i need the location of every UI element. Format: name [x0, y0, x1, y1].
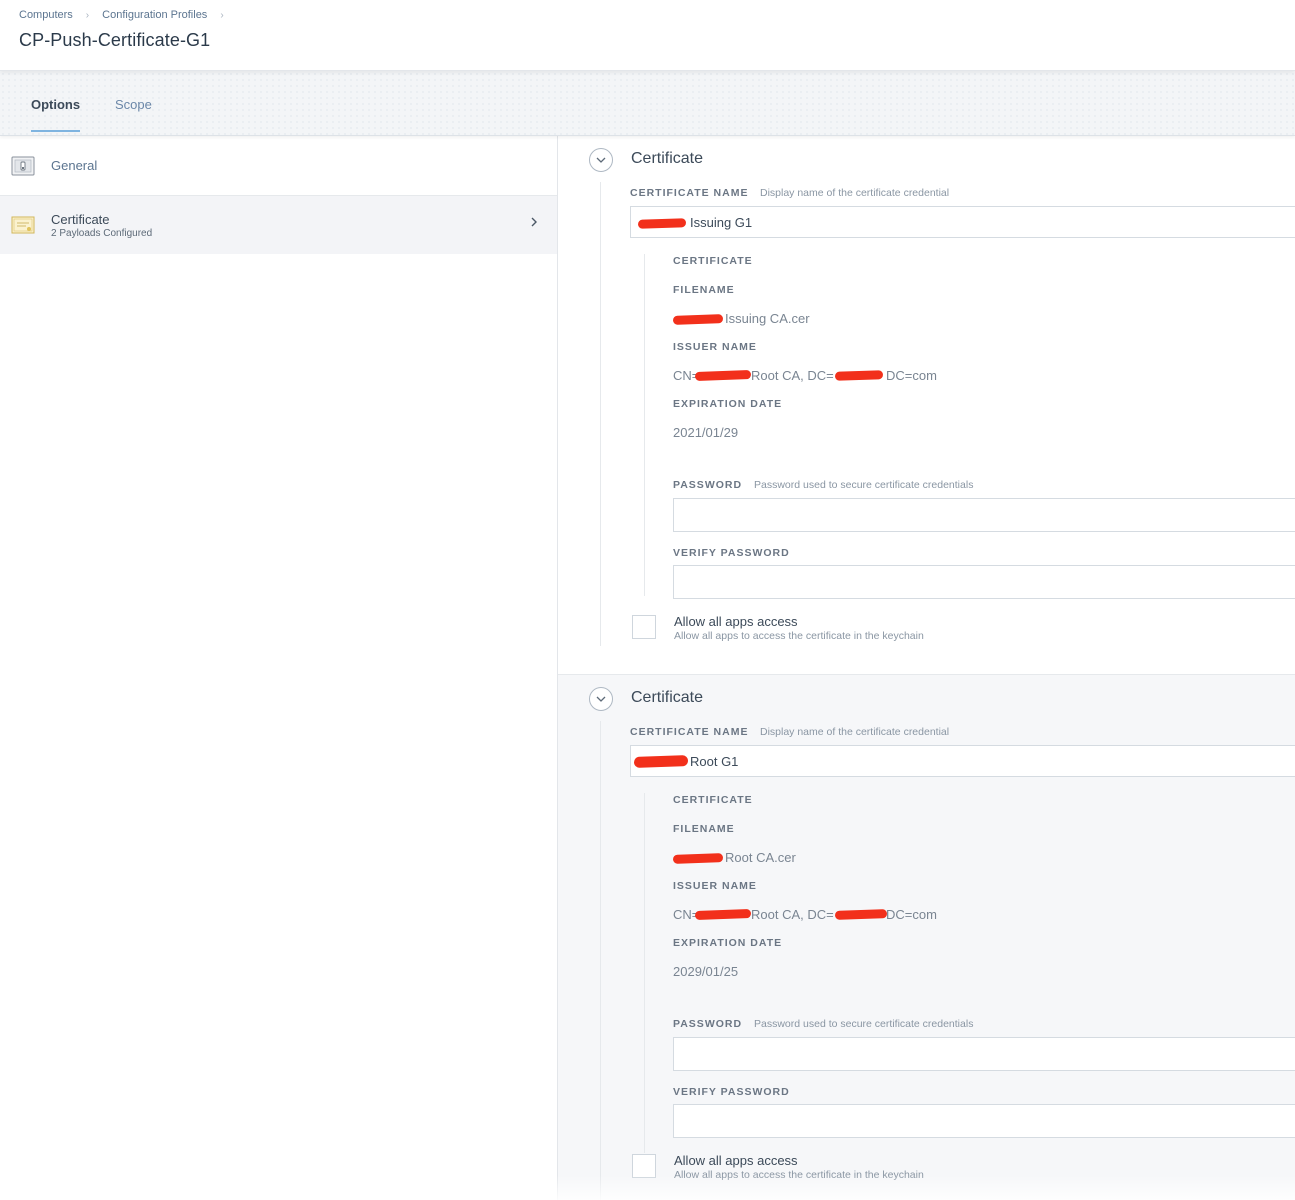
- redaction-mark: [637, 218, 687, 229]
- redaction-mark: [633, 755, 689, 768]
- section-divider: [600, 721, 601, 1200]
- allow-all-apps-label: Allow all apps access: [674, 614, 798, 629]
- breadcrumb-configuration-profiles[interactable]: Configuration Profiles: [102, 9, 207, 21]
- sidebar-item-label: Certificate: [51, 212, 110, 227]
- verify-password-input[interactable]: [673, 1104, 1295, 1138]
- certificate-payload-2: Certificate CERTIFICATE NAME Display nam…: [558, 675, 1295, 1200]
- expiration-date-label: EXPIRATION DATE: [673, 398, 783, 410]
- allow-all-apps-hint: Allow all apps to access the certificate…: [674, 630, 924, 642]
- payload-editor: Certificate CERTIFICATE NAME Display nam…: [558, 136, 1295, 1200]
- expiration-date-value: 2029/01/25: [673, 964, 739, 979]
- redaction-mark: [834, 909, 888, 920]
- password-hint: Password used to secure certificate cred…: [754, 1018, 974, 1030]
- sidebar-item-certificate[interactable]: Certificate 2 Payloads Configured: [0, 196, 557, 254]
- filename-value: Root CA.cer: [725, 850, 796, 865]
- password-label: PASSWORD: [673, 479, 743, 491]
- sidebar-item-general[interactable]: General: [0, 136, 557, 196]
- sidebar-item-sublabel: 2 Payloads Configured: [51, 228, 153, 239]
- certificate-icon: [11, 216, 35, 234]
- filename-label: FILENAME: [673, 823, 735, 835]
- payload-title: Certificate: [631, 689, 704, 706]
- certificate-section-label: CERTIFICATE: [673, 794, 753, 806]
- issuer-suffix: DC=com: [886, 907, 937, 922]
- password-input[interactable]: [673, 1037, 1295, 1071]
- breadcrumb-separator-icon: ›: [85, 9, 90, 21]
- redaction-mark: [694, 370, 752, 381]
- password-label: PASSWORD: [673, 1018, 743, 1030]
- section-divider: [600, 182, 601, 646]
- verify-password-label: VERIFY PASSWORD: [673, 547, 790, 559]
- chevron-down-icon: [596, 696, 606, 702]
- tab-bar: Options Scope: [0, 71, 1295, 136]
- tab-scope[interactable]: Scope: [115, 97, 152, 112]
- payload-sidebar: General Certificate 2 Payloads Configure…: [0, 136, 558, 1200]
- issuer-name-label: ISSUER NAME: [673, 341, 757, 353]
- issuer-suffix: DC=com: [886, 368, 937, 383]
- issuer-middle: Root CA, DC=: [751, 907, 834, 922]
- verify-password-label: VERIFY PASSWORD: [673, 1086, 790, 1098]
- page-header: Computers › Configuration Profiles › CP-…: [0, 0, 1295, 71]
- verify-password-input[interactable]: [673, 565, 1295, 599]
- payload-title: Certificate: [631, 150, 704, 167]
- redaction-mark: [834, 370, 884, 381]
- general-settings-icon: [11, 156, 35, 176]
- issuer-middle: Root CA, DC=: [751, 368, 834, 383]
- chevron-down-icon: [596, 157, 606, 163]
- certificate-section-label: CERTIFICATE: [673, 255, 753, 267]
- expiration-date-value: 2021/01/29: [673, 425, 739, 440]
- password-input[interactable]: [673, 498, 1295, 532]
- filename-value: Issuing CA.cer: [725, 311, 810, 326]
- breadcrumb-computers[interactable]: Computers: [19, 9, 73, 21]
- breadcrumb-separator-icon: ›: [220, 9, 224, 21]
- certificate-name-hint: Display name of the certificate credenti…: [760, 726, 950, 738]
- certificate-details-divider: [644, 793, 645, 1153]
- page-title: CP-Push-Certificate-G1: [19, 30, 211, 50]
- certificate-name-label: CERTIFICATE NAME: [630, 726, 749, 738]
- collapse-toggle-button[interactable]: [589, 148, 613, 172]
- allow-all-apps-hint: Allow all apps to access the certificate…: [674, 1169, 924, 1181]
- password-hint: Password used to secure certificate cred…: [754, 479, 974, 491]
- allow-all-apps-checkbox[interactable]: [632, 615, 656, 639]
- certificate-details-divider: [644, 254, 645, 596]
- allow-all-apps-label: Allow all apps access: [674, 1153, 798, 1168]
- issuer-name-label: ISSUER NAME: [673, 880, 757, 892]
- tab-options[interactable]: Options: [31, 97, 81, 132]
- redaction-mark: [672, 853, 724, 864]
- certificate-name-input[interactable]: [630, 206, 1295, 238]
- certificate-name-input[interactable]: [630, 745, 1295, 777]
- redaction-mark: [672, 314, 724, 325]
- allow-all-apps-checkbox[interactable]: [632, 1154, 656, 1178]
- redaction-mark: [694, 909, 752, 920]
- sidebar-item-label: General: [51, 158, 98, 173]
- filename-label: FILENAME: [673, 284, 735, 296]
- certificate-payload-1: Certificate CERTIFICATE NAME Display nam…: [558, 136, 1295, 675]
- expiration-date-label: EXPIRATION DATE: [673, 937, 783, 949]
- breadcrumb: Computers › Configuration Profiles ›: [19, 9, 237, 21]
- collapse-toggle-button[interactable]: [589, 687, 613, 711]
- chevron-right-icon: [531, 217, 537, 227]
- certificate-name-label: CERTIFICATE NAME: [630, 187, 749, 199]
- certificate-name-hint: Display name of the certificate credenti…: [760, 187, 950, 199]
